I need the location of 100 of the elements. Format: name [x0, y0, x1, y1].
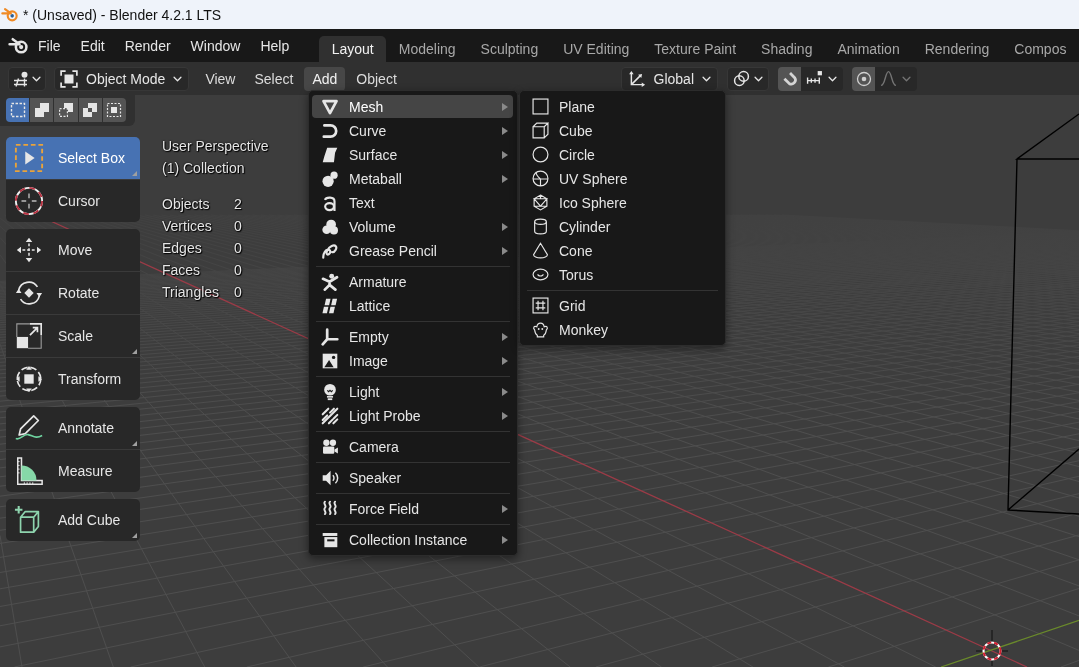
- select-mode-button[interactable]: [102, 98, 126, 122]
- menu-button[interactable]: Object: [348, 66, 405, 91]
- menu-item[interactable]: UV Sphere: [523, 167, 721, 190]
- menu-item[interactable]: Monkey: [523, 318, 721, 341]
- workspace-tab[interactable]: Rendering: [912, 36, 1002, 62]
- menu-item[interactable]: Force Field: [312, 497, 513, 520]
- stat-value: 0: [234, 283, 242, 302]
- squares-difference-icon: [82, 102, 99, 118]
- menu-bar-item[interactable]: File: [28, 32, 71, 59]
- view-name-label: User Perspective: [162, 137, 269, 156]
- axis-arrows-icon: [627, 69, 646, 88]
- menu-button[interactable]: View: [197, 66, 244, 91]
- menu-item[interactable]: Empty: [312, 325, 513, 348]
- cube-icon: [532, 122, 549, 139]
- stat-label: Edges: [162, 239, 202, 258]
- menu-item[interactable]: Surface: [312, 143, 513, 166]
- bell-curve-icon: [880, 70, 897, 87]
- select-mode-button[interactable]: [30, 98, 54, 122]
- framed-square-icon: [60, 69, 78, 88]
- menu-item[interactable]: Cone: [523, 239, 721, 262]
- workspace-tab[interactable]: Texture Paint: [641, 36, 749, 62]
- squares-subtract-icon: [57, 102, 74, 118]
- stat-label: Vertices: [162, 217, 212, 236]
- menu-item[interactable]: Mesh: [312, 95, 513, 118]
- curve-icon: [321, 121, 339, 140]
- menu-item[interactable]: Metaball: [312, 167, 513, 190]
- workspace-tab[interactable]: Compos: [1001, 36, 1079, 62]
- app-logo-icon[interactable]: [8, 37, 28, 54]
- menu-item[interactable]: Light Probe: [312, 404, 513, 427]
- mode-dropdown[interactable]: Object Mode: [54, 66, 190, 91]
- tool-button[interactable]: Add Cube: [6, 499, 140, 541]
- torus-icon: [532, 266, 549, 283]
- workspace-tab[interactable]: Modeling: [386, 36, 469, 62]
- menu-item[interactable]: Circle: [523, 143, 721, 166]
- menu-item[interactable]: Grease Pencil: [312, 239, 513, 262]
- menu-item[interactable]: Text: [312, 191, 513, 214]
- axes-icon: [321, 327, 339, 346]
- select-mode-button[interactable]: [78, 98, 102, 122]
- orientation-dropdown[interactable]: Global: [620, 66, 718, 91]
- tool-button[interactable]: Annotate: [6, 407, 140, 449]
- workspace-tab[interactable]: Shading: [748, 36, 825, 62]
- snap-toggle[interactable]: [778, 66, 801, 91]
- stat-value: 0: [234, 261, 242, 280]
- menu-item[interactable]: Plane: [523, 95, 721, 118]
- grid-icon: [532, 297, 549, 314]
- workspace-tab[interactable]: Layout: [319, 36, 387, 62]
- editor-type-button[interactable]: [8, 66, 46, 91]
- workspace-tab[interactable]: UV Editing: [550, 36, 642, 62]
- squares-intersect-icon: [106, 102, 123, 118]
- increment-ticks-icon: [806, 70, 823, 87]
- light-bulb-icon: [321, 382, 339, 401]
- workspace-tab[interactable]: Sculpting: [468, 36, 551, 62]
- menu-item[interactable]: Volume: [312, 215, 513, 238]
- tool-button[interactable]: Scale: [6, 314, 140, 357]
- pivot-dropdown[interactable]: [727, 66, 769, 91]
- menu-bar-item[interactable]: Help: [250, 32, 300, 59]
- tool-button[interactable]: Measure: [6, 449, 140, 492]
- cone-icon: [532, 242, 549, 259]
- square-icon: [532, 98, 549, 115]
- triangle-icon: [321, 97, 339, 116]
- menu-bar-item[interactable]: Render: [114, 32, 181, 59]
- sphere-icon: [532, 170, 549, 187]
- tool-button[interactable]: Move: [6, 229, 140, 271]
- select-mode-button[interactable]: [54, 98, 78, 122]
- snap-target-dropdown[interactable]: [801, 66, 843, 91]
- workspace-tab[interactable]: Animation: [824, 36, 913, 62]
- menu-item[interactable]: Speaker: [312, 466, 513, 489]
- menu-item[interactable]: Cylinder: [523, 215, 721, 238]
- menu-item[interactable]: Cube: [523, 119, 721, 142]
- storage-box-icon: [321, 530, 339, 549]
- menu-button[interactable]: Select: [246, 66, 302, 91]
- cloud-icon: [321, 217, 339, 236]
- rotate-icon: [14, 278, 44, 308]
- menu-bar-item[interactable]: Edit: [70, 32, 115, 59]
- tool-button[interactable]: Select Box: [6, 137, 140, 179]
- menu-item[interactable]: Curve: [312, 119, 513, 142]
- image-icon: [321, 351, 339, 370]
- menu-item[interactable]: Torus: [523, 263, 721, 286]
- tool-button[interactable]: Rotate: [6, 271, 140, 314]
- tool-button[interactable]: Cursor: [6, 179, 140, 222]
- menu-item[interactable]: Ico Sphere: [523, 191, 721, 214]
- tool-button[interactable]: Transform: [6, 357, 140, 400]
- select-mode-button[interactable]: [6, 98, 30, 122]
- menu-item[interactable]: Grid: [523, 294, 721, 317]
- chevron-down-icon: [902, 75, 911, 82]
- menu-item[interactable]: Collection Instance: [312, 528, 513, 551]
- grid-sphere-icon: [13, 70, 29, 87]
- menu-item[interactable]: Image: [312, 349, 513, 372]
- menu-item[interactable]: Lattice: [312, 294, 513, 317]
- surface-icon: [321, 145, 339, 164]
- menu-button[interactable]: Add: [304, 66, 346, 91]
- diagonal-stripes-icon: [321, 406, 339, 425]
- menu-bar-item[interactable]: Window: [180, 32, 251, 59]
- menu-item[interactable]: Light: [312, 380, 513, 403]
- proportional-editing-toggle[interactable]: [852, 66, 875, 91]
- stat-value: 2: [234, 195, 242, 214]
- stat-value: 0: [234, 217, 242, 236]
- menu-item[interactable]: Armature: [312, 270, 513, 293]
- transform-icon: [14, 364, 44, 394]
- menu-item[interactable]: Camera: [312, 435, 513, 458]
